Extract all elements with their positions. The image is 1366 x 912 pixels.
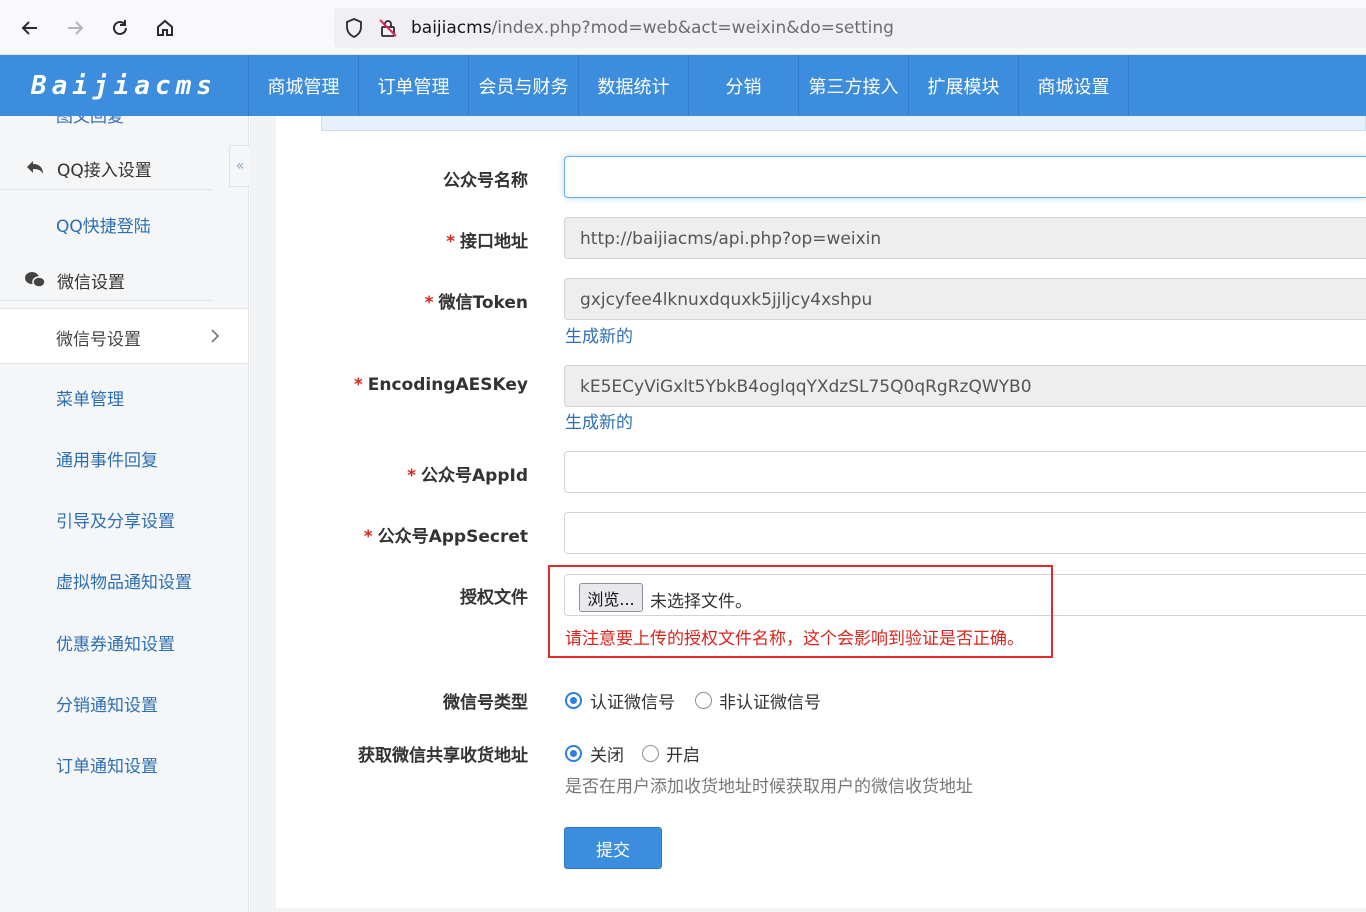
radio-verified-account[interactable] — [565, 692, 582, 709]
sidebar-group-qq[interactable]: QQ接入设置 — [0, 150, 248, 186]
wechat-icon — [24, 269, 46, 291]
radio-address-on-label[interactable]: 开启 — [666, 741, 700, 766]
aes-key-label: * EncodingAESKey — [353, 375, 528, 395]
logo[interactable]: Baijiacms — [0, 55, 249, 116]
back-arrow-icon[interactable] — [16, 14, 44, 42]
sidebar-item-menu-management[interactable]: 菜单管理 — [56, 385, 124, 410]
sidebar-item-coupon-notify[interactable]: 优惠券通知设置 — [56, 630, 175, 655]
account-name-label: 公众号名称 — [443, 171, 528, 191]
divider — [0, 300, 212, 301]
insecure-lock-icon[interactable] — [378, 18, 398, 38]
token-input[interactable]: gxjcyfee4lknuxdquxk5jjljcy4xshpu — [564, 278, 1366, 320]
top-nav: 商城管理 订单管理 会员与财务 数据统计 分销 第三方接入 扩展模块 商城设置 — [249, 55, 1129, 116]
radio-address-off-label[interactable]: 关闭 — [590, 741, 624, 766]
chevron-right-icon — [205, 326, 225, 346]
token-label: * 微信Token — [424, 293, 528, 313]
submit-button[interactable]: 提交 — [564, 827, 662, 869]
url-text: baijiacms/index.php?mod=web&act=weixin&d… — [411, 18, 894, 38]
nav-mall-management[interactable]: 商城管理 — [249, 55, 359, 116]
appsecret-label: * 公众号AppSecret — [363, 527, 528, 547]
nav-distribution[interactable]: 分销 — [689, 55, 799, 116]
appsecret-input[interactable] — [564, 512, 1366, 554]
radio-address-on[interactable] — [642, 745, 659, 762]
logo-text: Baijiacms — [31, 70, 217, 101]
radio-unverified-label[interactable]: 非认证微信号 — [719, 688, 821, 713]
top-header: Baijiacms 商城管理 订单管理 会员与财务 数据统计 分销 第三方接入 … — [0, 55, 1366, 116]
sidebar-item-qq-login[interactable]: QQ快捷登陆 — [56, 212, 151, 237]
radio-verified-label[interactable]: 认证微信号 — [590, 688, 675, 713]
sidebar-item-event-reply[interactable]: 通用事件回复 — [56, 446, 158, 471]
browser-toolbar: baijiacms/index.php?mod=web&act=weixin&d… — [0, 0, 1366, 55]
api-url-label: * 接口地址 — [446, 232, 528, 252]
aes-key-input[interactable]: kE5ECyViGxlt5YbkB4oglqqYXdzSL75Q0qRgRzQW… — [564, 365, 1366, 407]
sidebar-group-wechat[interactable]: 微信设置 — [0, 262, 248, 298]
nav-mall-settings[interactable]: 商城设置 — [1019, 55, 1129, 116]
sidebar: 图文回复 QQ接入设置 QQ快捷登陆 微信设置 微信号设置 菜单管理 通用事件回… — [0, 116, 249, 912]
radio-address-off[interactable] — [565, 745, 582, 762]
collapse-sidebar-icon[interactable]: « — [229, 145, 250, 187]
reply-icon — [24, 157, 46, 179]
forward-arrow-icon[interactable] — [61, 14, 89, 42]
api-url-input[interactable]: http://baijiacms/api.php?op=weixin — [564, 217, 1366, 259]
account-type-label: 微信号类型 — [443, 693, 528, 713]
nav-extensions[interactable]: 扩展模块 — [909, 55, 1019, 116]
sidebar-item-virtual-notify[interactable]: 虚拟物品通知设置 — [56, 568, 192, 593]
sidebar-group-label: QQ接入设置 — [57, 160, 152, 181]
sidebar-item-distribution-notify[interactable]: 分销通知设置 — [56, 691, 158, 716]
nav-statistics[interactable]: 数据统计 — [579, 55, 689, 116]
shield-icon[interactable] — [344, 18, 364, 38]
account-name-input[interactable] — [564, 156, 1366, 198]
sidebar-group-label: 微信设置 — [57, 272, 125, 293]
sidebar-item-wechat-account[interactable]: 微信号设置 — [0, 308, 248, 364]
generate-aes-key-link[interactable]: 生成新的 — [565, 408, 633, 433]
appid-input[interactable] — [564, 451, 1366, 493]
panel-header-strip — [321, 116, 1366, 131]
nav-member-finance[interactable]: 会员与财务 — [469, 55, 579, 116]
address-bar[interactable]: baijiacms/index.php?mod=web&act=weixin&d… — [334, 8, 1366, 48]
shared-address-help: 是否在用户添加收货地址时候获取用户的微信收货地址 — [565, 777, 973, 797]
generate-token-link[interactable]: 生成新的 — [565, 322, 633, 347]
auth-file-label: 授权文件 — [460, 588, 528, 608]
sidebar-item-rich-reply[interactable]: 图文回复 — [56, 116, 124, 127]
nav-order-management[interactable]: 订单管理 — [359, 55, 469, 116]
sidebar-item-label: 微信号设置 — [56, 330, 141, 350]
sidebar-item-share-settings[interactable]: 引导及分享设置 — [56, 507, 175, 532]
radio-unverified-account[interactable] — [695, 692, 712, 709]
appid-label: * 公众号AppId — [407, 466, 528, 486]
url-host: baijiacms — [411, 18, 492, 38]
sidebar-item-order-notify[interactable]: 订单通知设置 — [56, 752, 158, 777]
highlight-annotation — [548, 565, 1053, 658]
shared-address-label: 获取微信共享收货地址 — [358, 746, 528, 766]
home-icon[interactable] — [151, 14, 179, 42]
divider — [0, 189, 212, 190]
reload-icon[interactable] — [106, 14, 134, 42]
nav-third-party[interactable]: 第三方接入 — [799, 55, 909, 116]
url-path: /index.php?mod=web&act=weixin&do=setting — [491, 18, 894, 38]
